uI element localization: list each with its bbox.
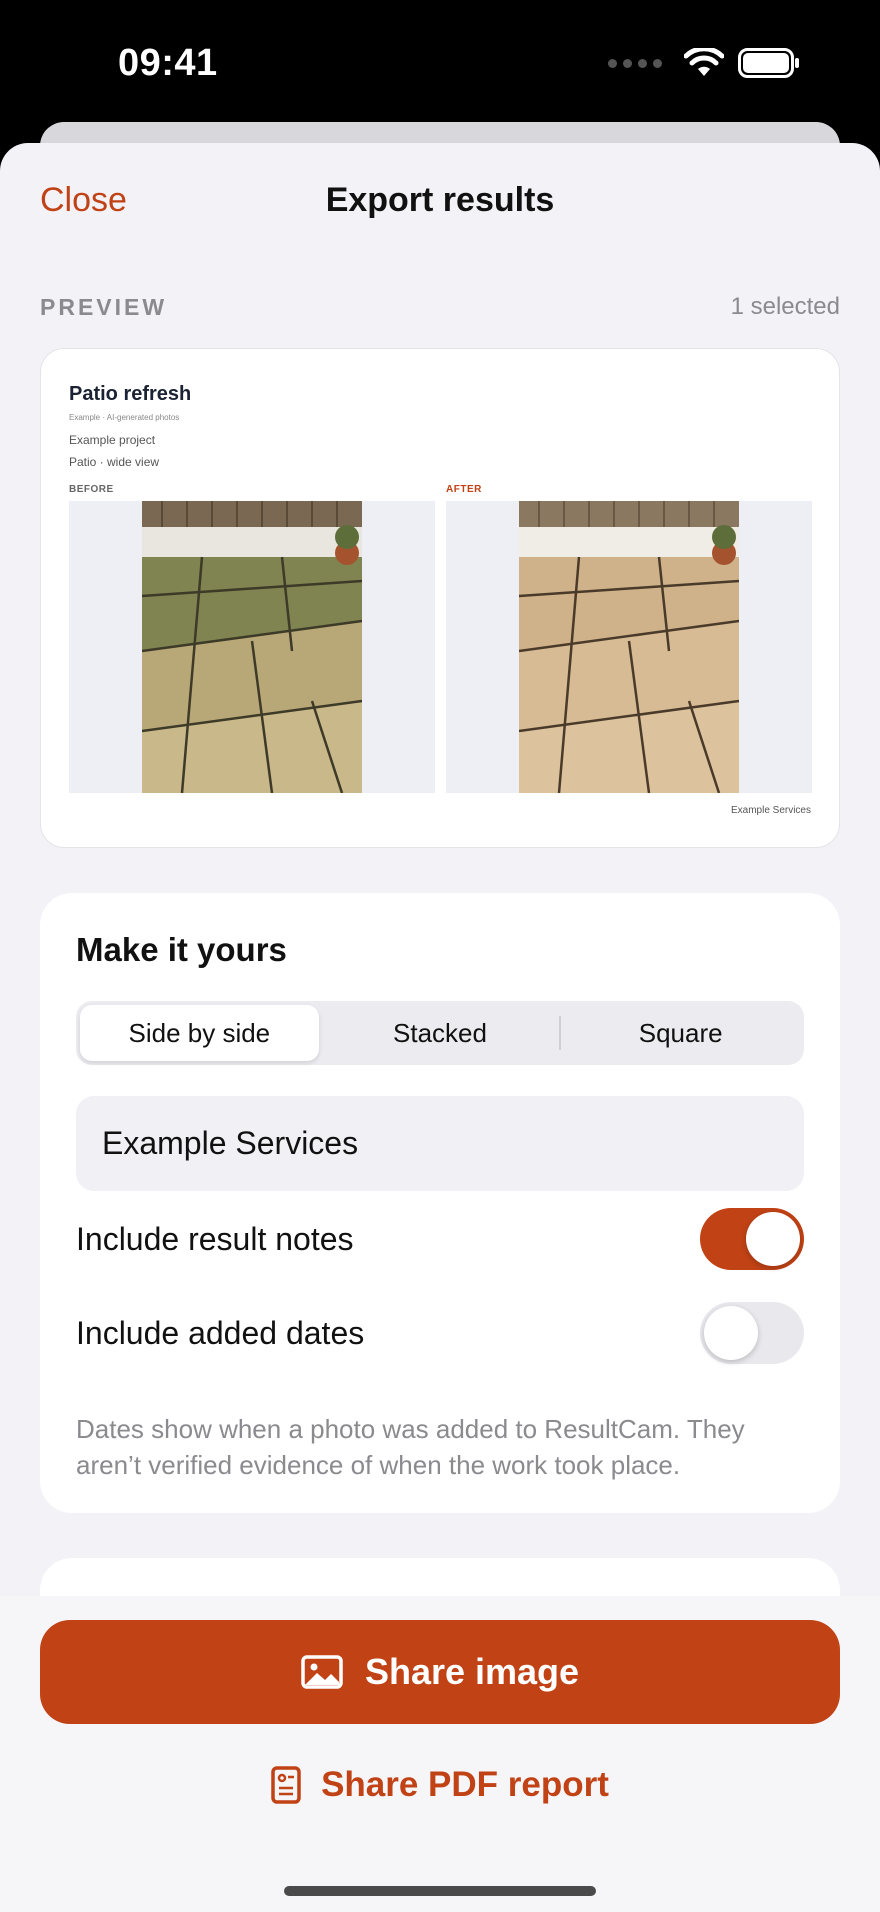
document-icon — [271, 1766, 301, 1804]
before-photo — [142, 501, 362, 793]
status-icons — [608, 48, 800, 78]
after-photo — [519, 501, 739, 793]
preview-project: Example project — [69, 433, 156, 447]
after-photo-panel — [446, 501, 812, 793]
toggle-knob — [746, 1212, 800, 1266]
wifi-icon — [684, 48, 724, 76]
preview-view: Patio · wide view — [69, 455, 160, 469]
before-photo-panel — [69, 501, 435, 793]
status-bar: 09:41 — [0, 0, 880, 120]
layout-segmented-control: Side by side Stacked Square — [76, 1001, 804, 1065]
include-notes-label: Include result notes — [76, 1220, 354, 1257]
page-title: Export results — [325, 181, 555, 219]
layout-option-side-by-side[interactable]: Side by side — [80, 1005, 319, 1061]
home-indicator — [284, 1886, 596, 1896]
preview-footer: Example Services — [730, 805, 811, 816]
before-label: BEFORE — [69, 484, 114, 495]
layout-option-stacked[interactable]: Stacked — [321, 1005, 560, 1061]
preview-subtitle: Example · AI-generated photos — [69, 413, 180, 422]
cellular-signal-icon — [608, 58, 662, 68]
toggle-knob — [704, 1306, 758, 1360]
preview-header: PREVIEW 1 selected — [40, 293, 840, 321]
nav-bar: Close Export results — [0, 143, 880, 263]
export-preview-card: Patio refresh Example · AI-generated pho… — [40, 348, 840, 848]
options-card: Make it yours Side by side Stacked Squar… — [40, 893, 840, 1513]
photo-icon — [301, 1655, 343, 1689]
options-title: Make it yours — [76, 931, 287, 968]
share-image-button[interactable]: Share image — [40, 1620, 840, 1724]
preview-section-label: PREVIEW — [40, 293, 168, 320]
status-time: 09:41 — [118, 42, 218, 84]
include-dates-row: Include added dates — [76, 1302, 804, 1364]
after-label: AFTER — [446, 484, 482, 495]
selection-count: 1 selected — [730, 293, 840, 320]
share-image-label: Share image — [364, 1651, 580, 1692]
preview-title: Patio refresh — [69, 383, 192, 405]
dates-note: Dates show when a photo was added to Res… — [76, 1414, 745, 1480]
include-notes-toggle[interactable] — [700, 1208, 804, 1270]
business-name-field[interactable] — [76, 1096, 804, 1191]
include-dates-label: Include added dates — [76, 1314, 365, 1351]
include-notes-row: Include result notes — [76, 1208, 804, 1270]
layout-option-square[interactable]: Square — [561, 1005, 800, 1061]
battery-icon — [738, 48, 799, 78]
include-dates-toggle[interactable] — [700, 1302, 804, 1364]
share-pdf-button[interactable]: Share PDF report — [0, 1760, 880, 1810]
share-pdf-label: Share PDF report — [321, 1765, 609, 1804]
